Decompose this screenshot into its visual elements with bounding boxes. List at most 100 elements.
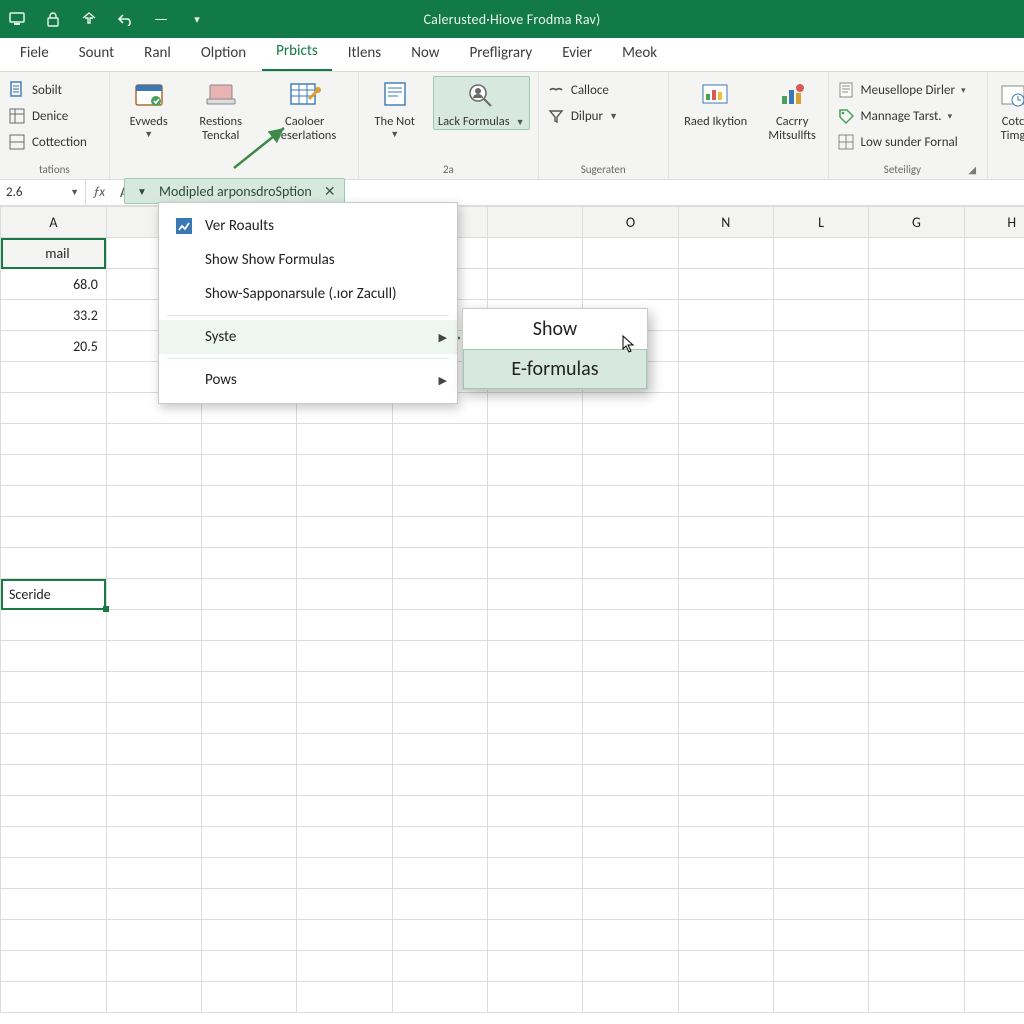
btn-lack-formulas[interactable]: Lack Formulas ▼ bbox=[433, 76, 530, 130]
label: Pows bbox=[205, 371, 237, 389]
btn-cotc[interactable]: Cotc Timg bbox=[996, 76, 1024, 144]
chevron-right-icon: ▶ bbox=[439, 331, 447, 344]
menu-ver-results[interactable]: Ver Roaults bbox=[159, 209, 457, 243]
tab-itlens[interactable]: Itlens bbox=[334, 36, 395, 71]
btn-cacrry[interactable]: Cacrry Mitsullfts bbox=[765, 76, 820, 144]
chevron-down-icon[interactable]: ▼ bbox=[133, 185, 151, 198]
btn-mannage[interactable]: Mannage Tarst. ▾ bbox=[837, 104, 980, 128]
btn-sobilt[interactable]: Sobilt bbox=[8, 78, 101, 102]
chevron-right-icon: ▶ bbox=[439, 374, 447, 387]
label: Sobilt bbox=[32, 83, 62, 98]
note-icon bbox=[378, 78, 412, 112]
label-l1: Cotc bbox=[1002, 115, 1024, 129]
close-icon[interactable]: ✕ bbox=[320, 183, 340, 200]
ribbon: Sobilt Denice Cottection tations Evweds … bbox=[0, 72, 1024, 180]
tab-olption[interactable]: Olption bbox=[187, 36, 260, 71]
col-H[interactable]: H bbox=[964, 207, 1024, 238]
minus-icon[interactable]: — bbox=[152, 10, 170, 28]
menu-syste[interactable]: Syste ▶ bbox=[159, 320, 457, 354]
guide-arrow-1 bbox=[232, 122, 292, 172]
grid-icon bbox=[837, 133, 855, 151]
tab-prbicts[interactable]: Prbicts bbox=[262, 34, 332, 71]
dropdown-header[interactable]: ▼ Modipled arponsdroSption ✕ bbox=[124, 178, 345, 204]
cell-A12[interactable]: Sceride bbox=[1, 579, 107, 610]
group-label: tations bbox=[8, 163, 101, 179]
chevron-down-icon: ▼ bbox=[609, 111, 618, 122]
menu-pows[interactable]: Pows ▶ bbox=[159, 363, 457, 397]
link-icon bbox=[547, 81, 565, 99]
sigma-icon[interactable] bbox=[80, 10, 98, 28]
label: Low sunder Fornal bbox=[861, 135, 958, 150]
group-label: Seteiligy◢ bbox=[837, 163, 980, 179]
chart-icon bbox=[775, 78, 809, 112]
label: Show-Sapponarsule (.ıor Zacull) bbox=[205, 285, 397, 303]
group-label bbox=[677, 176, 820, 179]
name-box-value: 2.6 bbox=[6, 185, 22, 200]
label: Syste bbox=[205, 328, 236, 346]
calendar-icon bbox=[132, 78, 166, 112]
page-icon bbox=[837, 81, 855, 99]
menu-separator bbox=[167, 315, 449, 316]
dialog-launcher-icon[interactable]: ◢ bbox=[968, 163, 979, 176]
cell-A4[interactable]: 20.5 bbox=[1, 331, 107, 362]
monitor-icon[interactable] bbox=[8, 10, 26, 28]
fx-icon[interactable]: ƒx bbox=[86, 185, 112, 200]
label: Ver Roaults bbox=[205, 217, 274, 235]
tab-now[interactable]: Now bbox=[397, 36, 453, 71]
label: Show Show Formulas bbox=[205, 251, 335, 269]
group-label bbox=[996, 176, 1016, 179]
tab-prefligrary[interactable]: Prefligrary bbox=[455, 36, 546, 71]
column-headers: A O N L G H bbox=[1, 207, 1024, 238]
clock-icon bbox=[996, 78, 1024, 112]
titlebar: — ▾ Calerusted·Hiove Frodma Rav) bbox=[0, 0, 1024, 38]
menu-show-sapponarsule[interactable]: Show-Sapponarsule (.ıor Zacull) bbox=[159, 277, 457, 311]
undo-icon[interactable] bbox=[116, 10, 134, 28]
btn-cottection[interactable]: Cottection bbox=[8, 130, 101, 154]
btn-lowsunder[interactable]: Low sunder Fornal bbox=[837, 130, 980, 154]
cell-A-subheader[interactable]: mail bbox=[1, 238, 107, 269]
label-l2: Mitsullfts bbox=[768, 129, 816, 143]
col-G[interactable]: G bbox=[869, 207, 964, 238]
btn-dilpur[interactable]: Dilpur ▼ bbox=[547, 104, 660, 128]
label: Dilpur bbox=[571, 109, 603, 124]
submenu-e-formulas[interactable]: E-formulas bbox=[463, 349, 647, 389]
chevron-down-icon: ▾ bbox=[961, 85, 966, 96]
more-caret-icon[interactable]: ▾ bbox=[188, 10, 206, 28]
tab-sount[interactable]: Sount bbox=[65, 36, 128, 71]
chevron-down-icon: ▼ bbox=[144, 130, 153, 140]
tag-icon bbox=[837, 107, 855, 125]
cursor-icon bbox=[622, 335, 636, 353]
btn-calloce[interactable]: Calloce bbox=[547, 78, 660, 102]
btn-denice[interactable]: Denice bbox=[8, 104, 101, 128]
report-icon bbox=[699, 78, 733, 112]
tab-evier[interactable]: Evier bbox=[548, 36, 606, 71]
cell-A2[interactable]: 68.0 bbox=[1, 269, 107, 300]
menu-show-formulas[interactable]: Show Show Formulas bbox=[159, 243, 457, 277]
dropdown-label: Modipled arponsdroSption bbox=[159, 183, 312, 200]
btn-thenot[interactable]: The Not ▼ bbox=[367, 76, 423, 141]
cell-A3[interactable]: 33.2 bbox=[1, 300, 107, 331]
col-O[interactable]: O bbox=[583, 207, 678, 238]
lock-icon[interactable] bbox=[44, 10, 62, 28]
col-A[interactable]: A bbox=[1, 207, 107, 238]
btn-mesellope[interactable]: Meusellope Dirler ▾ bbox=[837, 78, 980, 102]
btn-raed-lkytion[interactable]: Raed Ikytion bbox=[677, 76, 755, 129]
btn-evweds[interactable]: Evweds ▼ bbox=[118, 76, 180, 141]
group-label: Sugeraten bbox=[547, 163, 660, 179]
sheet-icon bbox=[8, 107, 26, 125]
tab-meok[interactable]: Meok bbox=[608, 36, 671, 71]
name-box[interactable]: 2.6 ▼ bbox=[0, 180, 86, 205]
results-icon bbox=[173, 215, 195, 237]
submenu-show[interactable]: Show bbox=[463, 309, 647, 349]
col-L[interactable]: L bbox=[773, 207, 868, 238]
search-person-icon bbox=[464, 78, 498, 112]
sheet2-icon bbox=[8, 133, 26, 151]
tab-ranl[interactable]: Ranl bbox=[130, 36, 185, 71]
menu-separator bbox=[167, 358, 449, 359]
col-blank5[interactable] bbox=[488, 207, 583, 238]
col-N[interactable]: N bbox=[678, 207, 773, 238]
tab-file[interactable]: Fiele bbox=[6, 36, 63, 71]
label: The Not bbox=[374, 115, 415, 129]
table-edit-icon bbox=[288, 78, 322, 112]
chevron-down-icon[interactable]: ▼ bbox=[70, 187, 79, 198]
